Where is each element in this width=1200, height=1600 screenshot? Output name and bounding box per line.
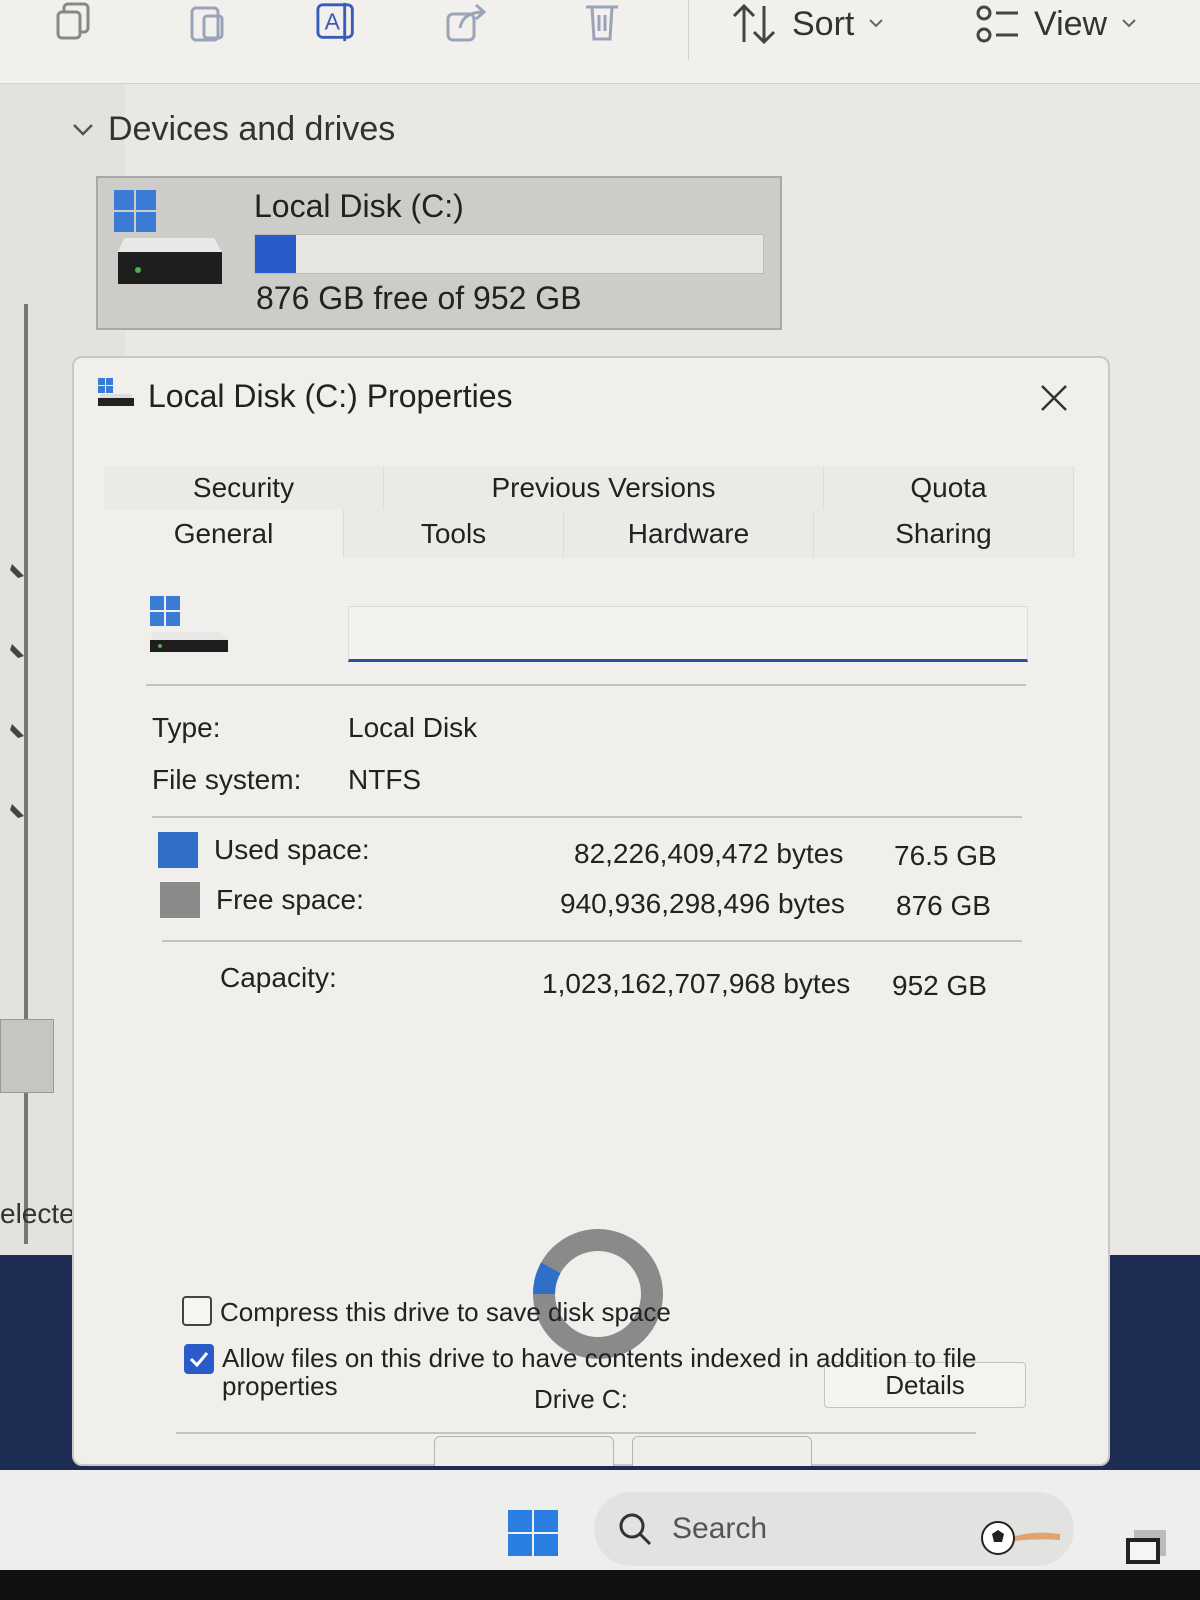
tab-hardware[interactable]: Hardware: [564, 510, 814, 558]
file-system-label: File system:: [152, 764, 302, 795]
used-space-bytes: 82,226,409,472 bytes: [574, 838, 844, 869]
soccer-ball-icon[interactable]: [980, 1520, 1064, 1556]
free-space-size: 876 GB: [896, 890, 991, 921]
pin-icon: [8, 644, 24, 660]
used-space-swatch: [158, 832, 198, 868]
command-bar: A Sort View: [0, 0, 1200, 84]
donut-free-segment: [533, 1229, 663, 1359]
tab-tools[interactable]: Tools: [344, 510, 564, 558]
search-icon: [619, 1513, 652, 1546]
close-icon: [1041, 385, 1067, 411]
search-placeholder: Search: [672, 1512, 768, 1545]
tab-previous-versions[interactable]: Previous Versions: [384, 466, 824, 510]
chevron-down-icon: [73, 123, 93, 136]
drive-icon: [98, 378, 134, 406]
app-icon[interactable]: [1124, 1528, 1168, 1566]
tab-general[interactable]: General: [104, 510, 344, 558]
chevron-down-icon: [869, 19, 884, 28]
devices-section-header[interactable]: Devices and drives: [72, 110, 395, 149]
tab-row-lower: General Tools Hardware Sharing: [104, 510, 1074, 558]
tab-quota[interactable]: Quota: [824, 466, 1074, 510]
type-label: Type:: [152, 712, 221, 743]
index-checkbox[interactable]: [184, 1344, 214, 1374]
view-button[interactable]: View: [976, 0, 1137, 48]
copy-icon[interactable]: [52, 0, 96, 44]
rename-icon[interactable]: A: [316, 0, 360, 44]
capacity-bytes: 1,023,162,707,968 bytes: [542, 968, 851, 999]
drive-name-field[interactable]: [348, 606, 1028, 662]
sort-icon: [732, 3, 776, 45]
taskbar: Search: [0, 1470, 1200, 1570]
used-space-label: Used space:: [214, 834, 370, 865]
drive-free-text: 876 GB free of 952 GB: [256, 280, 582, 316]
compress-checkbox[interactable]: [182, 1296, 212, 1326]
chevron-down-icon: [1122, 19, 1136, 28]
section-title: Devices and drives: [108, 110, 396, 148]
checkmark-icon: [189, 1352, 209, 1368]
capacity-label: Capacity:: [220, 962, 337, 993]
drive-icon: [150, 596, 228, 652]
details-button[interactable]: Details: [824, 1362, 1026, 1408]
free-space-swatch: [160, 882, 200, 918]
divider: [152, 816, 1022, 818]
paste-icon[interactable]: [186, 0, 230, 44]
tab-row-upper: Security Previous Versions Quota: [104, 466, 1074, 510]
file-system-value: NTFS: [348, 764, 422, 795]
view-icon: [976, 5, 1018, 43]
drive-usage-bar: [254, 234, 764, 274]
local-disk-tile[interactable]: Local Disk (C:) 876 GB free of 952 GB: [96, 176, 782, 330]
screen-bezel: [0, 1570, 1200, 1600]
pin-icon: [8, 564, 24, 580]
toolbar-separator: [688, 0, 689, 60]
sort-label: Sort: [792, 4, 855, 43]
drive-name: Local Disk (C:): [254, 188, 464, 224]
pin-icon: [8, 724, 24, 740]
windows-start-icon[interactable]: [506, 1508, 560, 1558]
delete-icon[interactable]: [580, 0, 624, 44]
divider: [176, 1432, 976, 1434]
tab-sharing[interactable]: Sharing: [814, 510, 1074, 558]
svg-text:A: A: [325, 9, 341, 35]
used-space-size: 76.5 GB: [894, 840, 997, 871]
share-icon[interactable]: [446, 0, 490, 44]
dialog-title: Local Disk (C:) Properties: [148, 378, 513, 414]
properties-dialog: Local Disk (C:) Properties Security Prev…: [72, 356, 1110, 1466]
close-button[interactable]: [1030, 374, 1078, 422]
capacity-size: 952 GB: [892, 970, 987, 1001]
nav-scrollbar[interactable]: [24, 304, 28, 1244]
general-tab-panel: Type: Local Disk File system: NTFS Used …: [104, 558, 1074, 1438]
sort-button[interactable]: Sort: [730, 0, 884, 48]
type-value: Local Disk: [348, 712, 478, 743]
divider: [162, 940, 1022, 942]
drive-letter-label: Drive C:: [534, 1384, 628, 1414]
free-space-bytes: 940,936,298,496 bytes: [560, 888, 845, 919]
divider: [146, 684, 1026, 686]
pin-icon: [8, 804, 24, 820]
usage-donut-chart: [533, 1229, 663, 1359]
tab-security[interactable]: Security: [104, 466, 384, 510]
free-space-label: Free space:: [216, 884, 364, 915]
view-label: View: [1034, 4, 1108, 43]
drive-usage-fill: [255, 235, 296, 273]
drive-icon: [114, 190, 222, 284]
nav-selected-item[interactable]: [0, 1019, 54, 1093]
